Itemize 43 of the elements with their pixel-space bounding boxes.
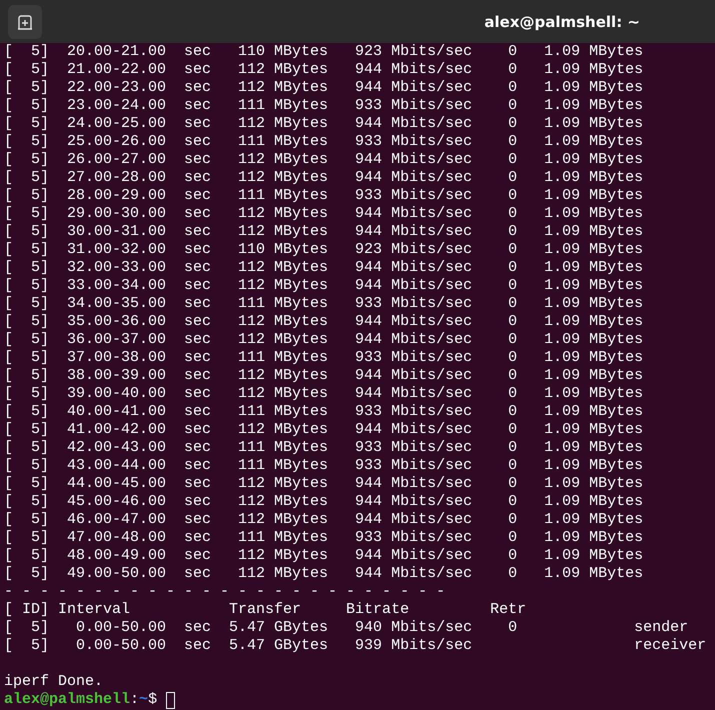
new-tab-icon bbox=[17, 14, 33, 30]
prompt-separator: : bbox=[130, 691, 140, 709]
output-line: - - - - - - - - - - - - - - - - - - - - - - - - - bbox=[4, 583, 446, 601]
cursor bbox=[166, 692, 176, 708]
output-line: [ 5] 25.00-26.00 sec 111 MBytes 933 Mbits/sec 0 1.09 MBytes bbox=[4, 133, 644, 151]
output-line: [ 5] 40.00-41.00 sec 111 MBytes 933 Mbits/sec 0 1.09 MBytes bbox=[4, 403, 644, 421]
output-line: [ 5] 26.00-27.00 sec 112 MBytes 944 Mbits/sec 0 1.09 MBytes bbox=[4, 151, 644, 169]
output-line: [ 5] 0.00-50.00 sec 5.47 GBytes 939 Mbits/sec receiver bbox=[4, 637, 706, 655]
output-line: [ 5] 31.00-32.00 sec 110 MBytes 923 Mbits/sec 0 1.09 MBytes bbox=[4, 241, 644, 259]
output-line: [ 5] 43.00-44.00 sec 111 MBytes 933 Mbits/sec 0 1.09 MBytes bbox=[4, 457, 644, 475]
output-line: [ 5] 24.00-25.00 sec 112 MBytes 944 Mbits/sec 0 1.09 MBytes bbox=[4, 115, 644, 133]
output-line: [ 5] 29.00-30.00 sec 112 MBytes 944 Mbits/sec 0 1.09 MBytes bbox=[4, 205, 644, 223]
output-line: [ 5] 39.00-40.00 sec 112 MBytes 944 Mbits/sec 0 1.09 MBytes bbox=[4, 385, 644, 403]
output-line: [ 5] 37.00-38.00 sec 111 MBytes 933 Mbits/sec 0 1.09 MBytes bbox=[4, 349, 644, 367]
output-line: [ 5] 44.00-45.00 sec 112 MBytes 944 Mbits/sec 0 1.09 MBytes bbox=[4, 475, 644, 493]
output-line: [ 5] 42.00-43.00 sec 111 MBytes 933 Mbits/sec 0 1.09 MBytes bbox=[4, 439, 644, 457]
output-line: [ 5] 45.00-46.00 sec 112 MBytes 944 Mbits/sec 0 1.09 MBytes bbox=[4, 493, 644, 511]
new-tab-button[interactable] bbox=[8, 4, 42, 38]
output-line: [ 5] 22.00-23.00 sec 112 MBytes 944 Mbits/sec 0 1.09 MBytes bbox=[4, 79, 644, 97]
output-line: [ 5] 35.00-36.00 sec 112 MBytes 944 Mbits/sec 0 1.09 MBytes bbox=[4, 313, 644, 331]
output-line: [ 5] 20.00-21.00 sec 110 MBytes 923 Mbits/sec 0 1.09 MBytes bbox=[4, 43, 644, 61]
prompt-symbol: $ bbox=[148, 691, 158, 709]
output-line: [ 5] 41.00-42.00 sec 112 MBytes 944 Mbits/sec 0 1.09 MBytes bbox=[4, 421, 644, 439]
output-line: [ ID] Interval Transfer Bitrate Retr bbox=[4, 601, 526, 619]
output-line: iperf Done. bbox=[4, 673, 104, 691]
window-title: alex@palmshell: ~ bbox=[484, 12, 640, 30]
output-line: [ 5] 32.00-33.00 sec 112 MBytes 944 Mbits/sec 0 1.09 MBytes bbox=[4, 259, 644, 277]
output-line: [ 5] 23.00-24.00 sec 111 MBytes 933 Mbits/sec 0 1.09 MBytes bbox=[4, 97, 644, 115]
output-line: [ 5] 21.00-22.00 sec 112 MBytes 944 Mbits/sec 0 1.09 MBytes bbox=[4, 61, 644, 79]
output-line: [ 5] 33.00-34.00 sec 112 MBytes 944 Mbits/sec 0 1.09 MBytes bbox=[4, 277, 644, 295]
output-line: [ 5] 30.00-31.00 sec 112 MBytes 944 Mbits/sec 0 1.09 MBytes bbox=[4, 223, 644, 241]
output-line: [ 5] 47.00-48.00 sec 111 MBytes 933 Mbits/sec 0 1.09 MBytes bbox=[4, 529, 644, 547]
output-line: [ 5] 46.00-47.00 sec 112 MBytes 944 Mbits/sec 0 1.09 MBytes bbox=[4, 511, 644, 529]
output-line: [ 5] 49.00-50.00 sec 112 MBytes 944 Mbits/sec 0 1.09 MBytes bbox=[4, 565, 644, 583]
output-line: [ 5] 0.00-50.00 sec 5.47 GBytes 940 Mbits/sec 0 sender bbox=[4, 619, 688, 637]
output-line: [ 5] 48.00-49.00 sec 112 MBytes 944 Mbits/sec 0 1.09 MBytes bbox=[4, 547, 644, 565]
output-line: [ 5] 34.00-35.00 sec 111 MBytes 933 Mbits/sec 0 1.09 MBytes bbox=[4, 295, 644, 313]
prompt-path: ~ bbox=[139, 691, 148, 709]
output-line: [ 5] 38.00-39.00 sec 112 MBytes 944 Mbits/sec 0 1.09 MBytes bbox=[4, 367, 644, 385]
output-line: [ 5] 28.00-29.00 sec 111 MBytes 933 Mbits/sec 0 1.09 MBytes bbox=[4, 187, 644, 205]
output-line: [ 5] 27.00-28.00 sec 112 MBytes 944 Mbits/sec 0 1.09 MBytes bbox=[4, 169, 644, 187]
prompt-user-host: alex@palmshell bbox=[4, 691, 130, 709]
output-line: [ 5] 36.00-37.00 sec 112 MBytes 944 Mbits/sec 0 1.09 MBytes bbox=[4, 331, 644, 349]
